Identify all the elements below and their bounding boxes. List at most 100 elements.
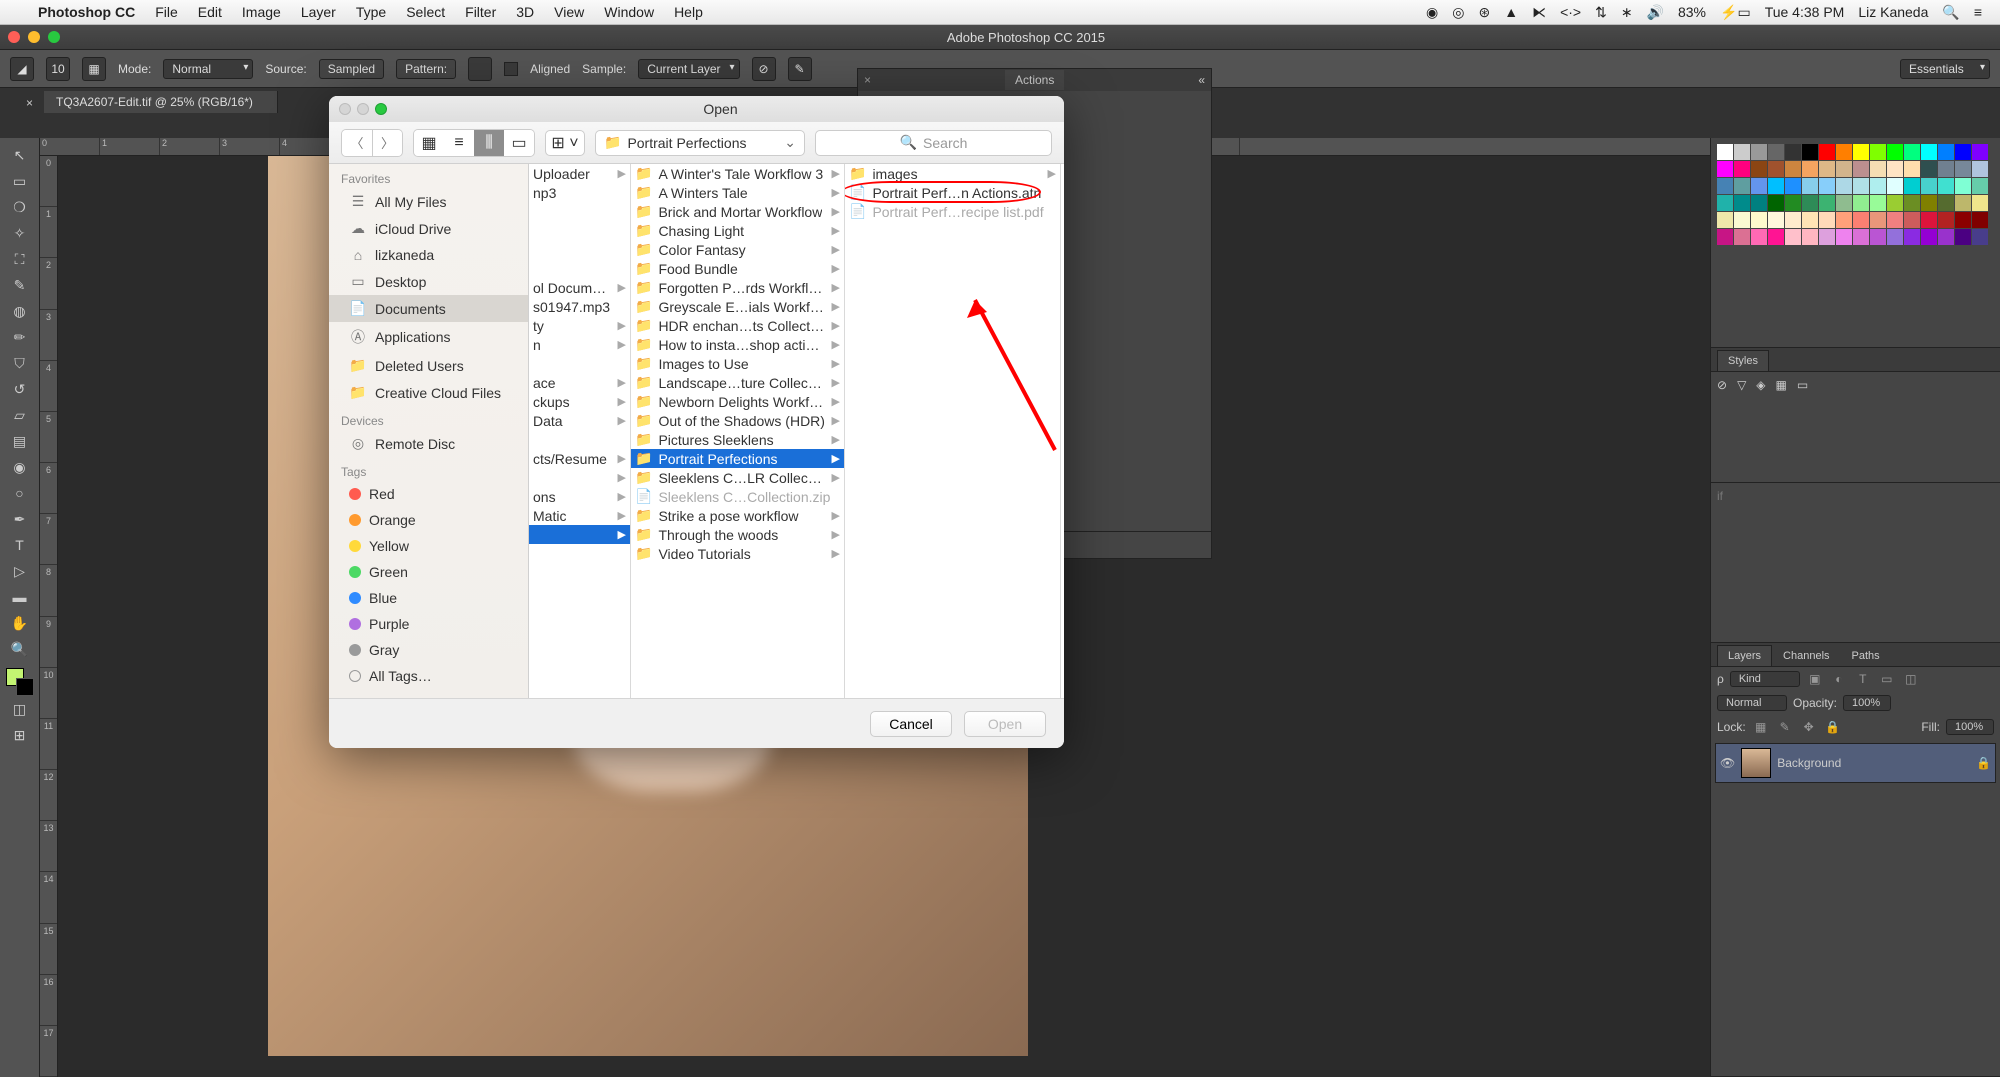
sidebar-tag[interactable]: All Tags… [329, 663, 528, 689]
file-item[interactable]: 📁Video Tutorials▶ [631, 544, 844, 563]
swatch[interactable] [1785, 229, 1801, 245]
file-item[interactable]: 📁Through the woods▶ [631, 525, 844, 544]
crop-tool[interactable]: ⛶ [4, 246, 36, 272]
file-item[interactable]: 📁A Winters Tale▶ [631, 183, 844, 202]
swatch[interactable] [1785, 144, 1801, 160]
sidebar-tag[interactable]: Blue [329, 585, 528, 611]
menu-filter[interactable]: Filter [465, 4, 496, 20]
source-pattern-button[interactable]: Pattern: [396, 59, 456, 79]
path-select-tool[interactable]: ▷ [4, 558, 36, 584]
dialog-zoom-button[interactable] [375, 103, 387, 115]
open-button[interactable]: Open [964, 711, 1046, 737]
swatch[interactable] [1938, 144, 1954, 160]
swatch[interactable] [1887, 212, 1903, 228]
file-item[interactable]: ace▶ [529, 373, 630, 392]
swatch[interactable] [1938, 212, 1954, 228]
menu-window[interactable]: Window [604, 4, 654, 20]
file-item[interactable]: 📁Color Fantasy▶ [631, 240, 844, 259]
swatch[interactable] [1751, 195, 1767, 211]
lock-position-icon[interactable]: ✥ [1800, 719, 1818, 735]
swatch[interactable] [1921, 178, 1937, 194]
app-menu[interactable]: Photoshop CC [38, 4, 135, 20]
swatch[interactable] [1717, 212, 1733, 228]
swatch[interactable] [1751, 229, 1767, 245]
view-list-button[interactable]: ≡ [444, 130, 474, 156]
file-item[interactable]: 📁Out of the Shadows (HDR)▶ [631, 411, 844, 430]
paths-tab[interactable]: Paths [1841, 645, 1891, 666]
style-preset-icon[interactable]: ▦ [1776, 378, 1787, 392]
pen-tool[interactable]: ✒ [4, 506, 36, 532]
file-item[interactable]: 📄Portrait Perf…recipe list.pdf [845, 202, 1060, 221]
menu-3d[interactable]: 3D [516, 4, 534, 20]
file-item[interactable]: 📁Portrait Perfections▶ [631, 449, 844, 468]
hand-tool[interactable]: ✋ [4, 610, 36, 636]
file-item[interactable]: 📁Strike a pose workflow▶ [631, 506, 844, 525]
style-preset-icon[interactable]: ▽ [1737, 378, 1746, 392]
close-tab-icon[interactable]: × [26, 96, 33, 110]
type-tool[interactable]: T [4, 532, 36, 558]
file-item[interactable]: 📁A Winter's Tale Workflow 3▶ [631, 164, 844, 183]
file-item[interactable] [529, 221, 630, 240]
eraser-tool[interactable]: ▱ [4, 402, 36, 428]
sidebar-tag[interactable]: Purple [329, 611, 528, 637]
swatch[interactable] [1785, 212, 1801, 228]
menu-extras-icon[interactable]: ≡ [1974, 4, 1982, 20]
swatch[interactable] [1972, 195, 1988, 211]
sync-icon[interactable]: ⊛ [1478, 4, 1490, 21]
swatch[interactable] [1938, 229, 1954, 245]
brush-size-picker[interactable]: 10 [46, 57, 70, 81]
eyedropper-tool[interactable]: ✎ [4, 272, 36, 298]
swatch[interactable] [1836, 229, 1852, 245]
swatch[interactable] [1819, 195, 1835, 211]
view-icon-button[interactable]: ▦ [414, 130, 444, 156]
adjustments-panel[interactable]: if [1711, 483, 2000, 633]
file-item[interactable]: ckups▶ [529, 392, 630, 411]
nav-back-button[interactable]: 〈 [342, 130, 372, 156]
style-preset-icon[interactable]: ⊘ [1717, 378, 1727, 392]
zoom-window-button[interactable] [48, 31, 60, 43]
filter-adjust-icon[interactable]: ◐ [1830, 671, 1848, 687]
file-item[interactable]: ons▶ [529, 487, 630, 506]
swatch[interactable] [1768, 212, 1784, 228]
swatch[interactable] [1938, 161, 1954, 177]
layers-tab[interactable]: Layers [1717, 645, 1772, 666]
magic-wand-tool[interactable]: ✧ [4, 220, 36, 246]
swatch[interactable] [1955, 195, 1971, 211]
aligned-checkbox[interactable] [504, 62, 518, 76]
file-item[interactable] [529, 240, 630, 259]
file-item[interactable]: ▶ [529, 468, 630, 487]
actions-tab[interactable]: Actions [1005, 70, 1064, 90]
search-input[interactable]: 🔍Search [815, 130, 1052, 156]
battery-pct[interactable]: 83% [1678, 4, 1706, 20]
sidebar-item-remotedisc[interactable]: ◎Remote Disc [329, 430, 528, 457]
filter-shape-icon[interactable]: ▭ [1878, 671, 1896, 687]
sidebar-item-deleted[interactable]: 📁Deleted Users [329, 352, 528, 379]
nav-forward-button[interactable]: 〉 [372, 130, 402, 156]
swatch[interactable] [1921, 144, 1937, 160]
swatch[interactable] [1734, 161, 1750, 177]
sidebar-tag[interactable]: Orange [329, 507, 528, 533]
swatch[interactable] [1836, 195, 1852, 211]
close-window-button[interactable] [8, 31, 20, 43]
swatch[interactable] [1785, 195, 1801, 211]
swatch[interactable] [1751, 178, 1767, 194]
file-item[interactable] [529, 259, 630, 278]
swatch[interactable] [1955, 178, 1971, 194]
pressure-icon[interactable]: ✎ [788, 57, 812, 81]
screen-mode-icon[interactable]: ⊞ [4, 722, 36, 748]
zoom-tool[interactable]: 🔍 [4, 636, 36, 662]
style-preset-icon[interactable]: ◈ [1756, 378, 1765, 392]
filter-pixel-icon[interactable]: ▣ [1806, 671, 1824, 687]
swatch[interactable] [1734, 195, 1750, 211]
sample-select[interactable]: Current Layer [638, 59, 739, 79]
file-item[interactable]: 📁Landscape…ture Collection▶ [631, 373, 844, 392]
swatch[interactable] [1972, 178, 1988, 194]
swatch[interactable] [1904, 178, 1920, 194]
source-sampled-button[interactable]: Sampled [319, 59, 384, 79]
wifi-icon[interactable]: ⧔ [1532, 4, 1546, 21]
brush-tool[interactable]: ✏ [4, 324, 36, 350]
file-item[interactable]: 📁images▶ [845, 164, 1060, 183]
swatch[interactable] [1768, 195, 1784, 211]
swatch[interactable] [1802, 212, 1818, 228]
file-item[interactable]: 📁Sleeklens C…LR Collection▶ [631, 468, 844, 487]
